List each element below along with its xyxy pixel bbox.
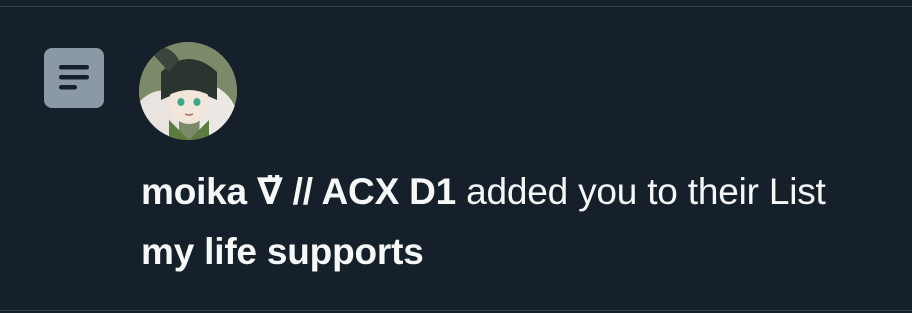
- notification-message: moika ∇̈ // ACX D1 added you to their Li…: [141, 162, 881, 282]
- list-icon: [44, 48, 104, 108]
- actor-name-link[interactable]: moika ∇̈ // ACX D1: [141, 171, 456, 212]
- bottom-divider: [0, 310, 912, 311]
- action-text: added you to their List: [456, 171, 826, 212]
- list-name-link[interactable]: my life supports: [141, 231, 424, 272]
- user-avatar[interactable]: [139, 42, 237, 140]
